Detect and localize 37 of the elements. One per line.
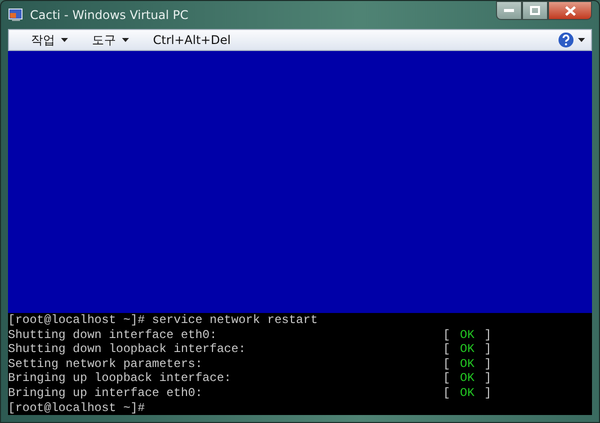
bracket: ] <box>484 328 492 342</box>
status-text: OK <box>459 371 476 386</box>
bracket: ] <box>484 356 492 372</box>
bracket: [ <box>443 356 450 372</box>
help-icon <box>558 32 574 48</box>
caret-icon <box>578 38 585 42</box>
window-title: Cacti - Windows Virtual PC <box>30 7 188 24</box>
bracket: ] <box>484 371 492 386</box>
command-line: [root@localhost ~]# service network restart <box>8 313 318 328</box>
status-text: OK <box>459 328 476 342</box>
bracket: [ <box>443 371 450 386</box>
maximize-icon <box>530 6 540 15</box>
output-line: Bringing up loopback interface: <box>8 371 232 386</box>
status-text: OK <box>459 356 476 372</box>
menu-item[interactable]: Ctrl+Alt+Del <box>151 31 233 49</box>
minimize-icon <box>504 8 514 12</box>
output-line: Bringing up interface eth0: <box>8 386 204 401</box>
menu-item[interactable]: 도구 <box>90 31 131 49</box>
menu-item[interactable]: 작업 <box>29 31 70 49</box>
close-button[interactable] <box>548 1 592 20</box>
monitor-icon <box>8 7 24 23</box>
minimize-button[interactable] <box>496 1 522 20</box>
bracket: ] <box>484 386 492 401</box>
caret-icon <box>61 38 68 42</box>
status-text: OK <box>459 386 476 401</box>
bracket: [ <box>443 342 450 357</box>
maximize-button[interactable] <box>522 1 548 20</box>
bracket: ] <box>484 342 492 357</box>
bracket: [ <box>443 386 450 401</box>
status-text: OK <box>459 342 476 357</box>
output-line: Shutting down loopback interface: <box>8 342 247 357</box>
command-line: [root@localhost ~]# <box>8 400 145 416</box>
caret-icon <box>122 38 129 42</box>
output-line: Shutting down interface eth0: <box>8 328 218 342</box>
close-icon <box>564 6 576 16</box>
output-line: Setting network parameters: <box>8 356 204 372</box>
bracket: [ <box>443 328 450 342</box>
